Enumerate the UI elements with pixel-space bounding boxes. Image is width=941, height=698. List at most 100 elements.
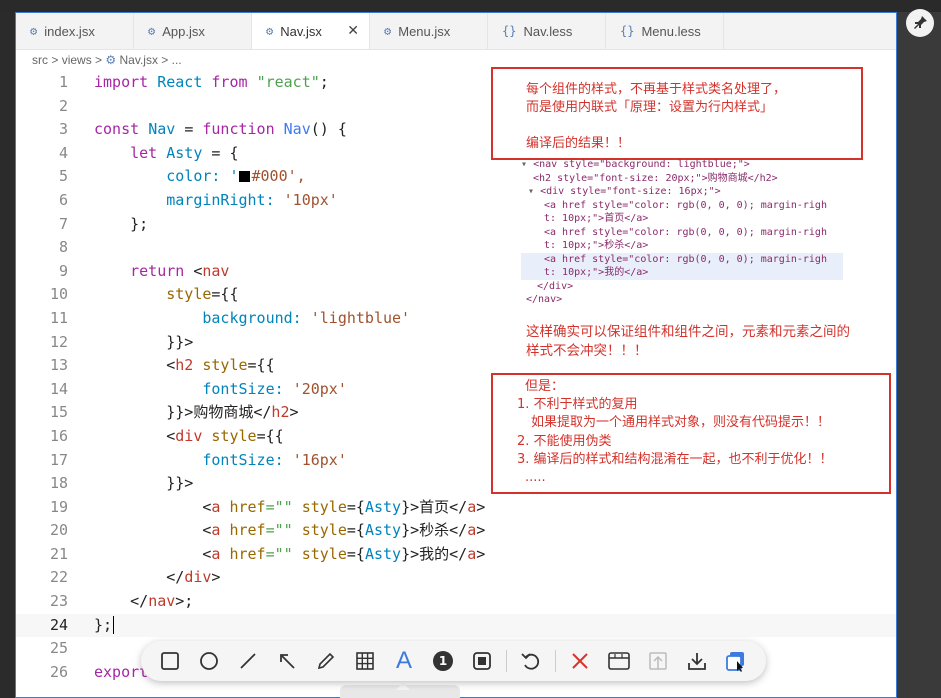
toolbar-caret bbox=[396, 683, 410, 690]
tab-index-jsx[interactable]: ⚙ index.jsx bbox=[16, 13, 134, 49]
line-icon[interactable] bbox=[233, 646, 263, 676]
expand-arrow-icon: ▾ bbox=[521, 159, 528, 170]
copy-icon[interactable] bbox=[721, 646, 751, 676]
line-number: 17 bbox=[49, 450, 68, 469]
line-number: 19 bbox=[49, 497, 68, 516]
code-text: <a href="" style={Asty}>首页</a> bbox=[202, 497, 486, 516]
breadcrumb-file[interactable]: Nav.jsx bbox=[120, 53, 158, 67]
annotation-text: 编译后的结果！！ bbox=[526, 136, 631, 151]
top-dark-strip bbox=[0, 0, 941, 12]
tab-nav-less[interactable]: {} Nav.less bbox=[488, 13, 606, 49]
rectangle-icon[interactable] bbox=[155, 646, 185, 676]
toolbar-separator bbox=[506, 650, 507, 672]
line-number: 11 bbox=[49, 308, 68, 327]
line-number: 2 bbox=[58, 96, 68, 115]
code-text: }}> bbox=[166, 474, 194, 493]
less-file-icon: {} bbox=[620, 24, 635, 38]
undo-icon[interactable] bbox=[516, 646, 546, 676]
pen-icon[interactable] bbox=[311, 646, 341, 676]
annotation-box-top: 每个组件的样式，不再基于样式类名处理了， 而是使用内联式「原理：设置为行内样式」… bbox=[491, 67, 863, 160]
toolbar-separator bbox=[555, 650, 556, 672]
mosaic-icon[interactable] bbox=[350, 646, 380, 676]
tab-label: index.jsx bbox=[44, 23, 95, 39]
dom-line: </nav> bbox=[526, 294, 563, 305]
border-icon[interactable] bbox=[467, 646, 497, 676]
dom-line-highlighted: t: 10px;">我的</a> bbox=[521, 266, 843, 280]
annotation-text: 2. 不能使用伪类 bbox=[517, 433, 612, 449]
breadcrumb: src > views > ⚙ Nav.jsx > ... bbox=[32, 53, 182, 67]
code-text: import React from "react"; bbox=[94, 73, 329, 91]
code-text: <a href="" style={Asty}>我的</a> bbox=[202, 544, 486, 563]
text-cursor bbox=[113, 615, 115, 634]
line-number: 21 bbox=[49, 544, 68, 563]
annotation-text: ..... bbox=[525, 470, 546, 486]
line-number: 5 bbox=[58, 167, 68, 186]
editor-window: ⚙ index.jsx ⚙ App.jsx ⚙ Nav.jsx ✕ ⚙ Menu.jsx … bbox=[15, 12, 897, 698]
line-number: 16 bbox=[49, 426, 68, 445]
line-number: 20 bbox=[49, 521, 68, 540]
code-text: style={{ bbox=[166, 285, 239, 304]
dom-line: t: 10px;">秒杀</a> bbox=[544, 240, 649, 251]
line-number: 18 bbox=[49, 474, 68, 493]
tab-menu-jsx[interactable]: ⚙ Menu.jsx bbox=[370, 13, 488, 49]
dom-line-highlighted: <a href style="color: rgb(0, 0, 0); marg… bbox=[521, 252, 843, 266]
line-number: 25 bbox=[49, 639, 68, 658]
line-number: 15 bbox=[49, 403, 68, 422]
note-line: 这样确实可以保证组件和组件之间，元素和元素之间的 bbox=[526, 324, 850, 340]
annotation-text: 每个组件的样式，不再基于样式类名处理了， bbox=[526, 82, 787, 97]
pin-to-screen-icon[interactable] bbox=[643, 646, 673, 676]
close-icon[interactable] bbox=[565, 646, 595, 676]
tab-label: Nav.jsx bbox=[280, 23, 322, 39]
less-file-icon: {} bbox=[502, 24, 517, 38]
dom-line: <a href style="color: rgb(0, 0, 0); marg… bbox=[544, 199, 827, 211]
tab-label: Nav.less bbox=[523, 23, 573, 39]
breadcrumb-views[interactable]: views bbox=[62, 53, 92, 67]
annotation-text: 1. 不利于样式的复用 bbox=[517, 397, 638, 413]
number-icon[interactable]: 1 bbox=[428, 646, 458, 676]
screen: ⚙ index.jsx ⚙ App.jsx ⚙ Nav.jsx ✕ ⚙ Menu.jsx … bbox=[0, 0, 941, 698]
download-icon[interactable] bbox=[682, 646, 712, 676]
code-line: 19 <a href="" style={Asty}>首页</a> bbox=[16, 496, 896, 520]
code-text: color: ' #000', bbox=[166, 167, 306, 186]
dom-line: ▾ <div style="font-size: 16px;"> bbox=[528, 186, 721, 197]
code-text: background: 'lightblue' bbox=[202, 308, 411, 327]
middle-note: 这样确实可以保证组件和组件之间，元素和元素之间的 样式不会冲突！！！ bbox=[526, 323, 896, 361]
dom-line: <a href style="color: rgb(0, 0, 0); marg… bbox=[544, 226, 827, 238]
line-number: 13 bbox=[49, 356, 68, 375]
annotation-text: 3. 编译后的样式和结构混淆在一起，也不利于优化！！ bbox=[517, 451, 833, 467]
code-text: }; bbox=[94, 615, 115, 634]
breadcrumb-more[interactable]: ... bbox=[172, 53, 182, 67]
annotation-box-bottom: 但是： 1. 不利于样式的复用 如果提取为一个通用样式对象，则没有代码提示！！ … bbox=[491, 373, 891, 494]
arrow-icon[interactable] bbox=[272, 646, 302, 676]
code-text: <a href="" style={Asty}>秒杀</a> bbox=[202, 521, 486, 540]
line-number: 10 bbox=[49, 285, 68, 304]
code-line-current: 24}; bbox=[16, 613, 896, 638]
tab-app-jsx[interactable]: ⚙ App.jsx bbox=[134, 13, 252, 49]
dom-line: </div> bbox=[537, 280, 574, 292]
annotation-text: 而是使用内联式「原理：设置为行内样式」 bbox=[526, 100, 774, 115]
tab-nav-jsx[interactable]: ⚙ Nav.jsx ✕ bbox=[252, 13, 370, 49]
code-line: 22 </div> bbox=[16, 566, 896, 590]
line-number: 26 bbox=[49, 662, 68, 681]
dom-line: ▾ <nav style="background: lightblue;"> bbox=[521, 159, 750, 170]
tab-label: Menu.less bbox=[641, 23, 701, 39]
code-text: }}> bbox=[166, 332, 194, 351]
tab-menu-less[interactable]: {} Menu.less bbox=[606, 13, 724, 49]
react-file-icon: ⚙ bbox=[148, 24, 156, 38]
code-text: const Nav = function Nav() { bbox=[94, 120, 347, 139]
code-text: <div style={{ bbox=[166, 426, 284, 445]
react-file-icon: ⚙ bbox=[105, 53, 117, 67]
circle-icon[interactable] bbox=[194, 646, 224, 676]
text-icon[interactable]: A bbox=[389, 646, 419, 676]
line-number: 6 bbox=[58, 190, 68, 209]
code-line: 21 <a href="" style={Asty}>我的</a> bbox=[16, 543, 896, 567]
expand-arrow-icon: ▾ bbox=[528, 186, 535, 197]
window-icon[interactable] bbox=[604, 646, 634, 676]
code-text: fontSize: '16px' bbox=[202, 450, 347, 469]
code-text: <h2 style={{ bbox=[166, 356, 275, 375]
pin-icon[interactable] bbox=[906, 9, 934, 37]
code-text: marginRight: '10px' bbox=[166, 190, 338, 209]
close-tab-icon[interactable]: ✕ bbox=[347, 22, 359, 39]
breadcrumb-src[interactable]: src bbox=[32, 53, 48, 67]
tab-label: App.jsx bbox=[162, 23, 205, 39]
